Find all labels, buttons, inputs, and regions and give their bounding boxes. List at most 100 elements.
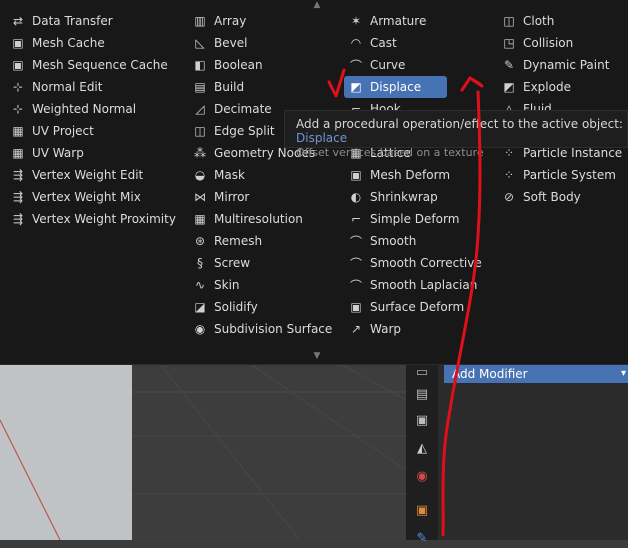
- menu-item-mesh-sequence-cache[interactable]: ▣ Mesh Sequence Cache: [10, 54, 168, 76]
- scene-tab-icon[interactable]: ◭: [412, 438, 432, 458]
- menu-item-label: Skin: [214, 278, 240, 292]
- menu-item-label: Decimate: [214, 102, 272, 116]
- tool-tab-icon[interactable]: ▭: [412, 362, 432, 382]
- cast-icon: ◠: [350, 36, 362, 50]
- menu-item-boolean[interactable]: ◧ Boolean: [192, 54, 263, 76]
- menu-item-screw[interactable]: § Screw: [192, 252, 250, 274]
- menu-item-normal-edit[interactable]: ⊹ Normal Edit: [10, 76, 103, 98]
- add-modifier-menu: ▲ ⇄ Data Transfer ▣ Mesh Cache ▣ Mesh Sequenc…: [0, 0, 628, 365]
- menu-item-edge-split[interactable]: ◫ Edge Split: [192, 120, 275, 142]
- menu-item-label: Soft Body: [523, 190, 581, 204]
- properties-editor: [406, 360, 628, 540]
- menu-item-vertex-weight-mix[interactable]: ⇶ Vertex Weight Mix: [10, 186, 141, 208]
- menu-item-warp[interactable]: ↗ Warp: [348, 318, 401, 340]
- menu-item-remesh[interactable]: ⊛ Remesh: [192, 230, 262, 252]
- menu-item-label: Warp: [370, 322, 402, 336]
- decimate-icon: ◿: [195, 102, 205, 116]
- menu-item-label: Boolean: [214, 58, 263, 72]
- menu-item-array[interactable]: ▥ Array: [192, 10, 246, 32]
- weighted-normal-icon: ⊹: [12, 102, 24, 116]
- array-icon: ▥: [194, 14, 206, 28]
- menu-item-curve[interactable]: ⌒ Curve: [348, 54, 405, 76]
- menu-item-smooth[interactable]: ⌒ Smooth: [348, 230, 416, 252]
- uv-warp-icon: ▦: [12, 146, 24, 160]
- menu-item-label: Normal Edit: [32, 80, 103, 94]
- output-tab-icon[interactable]: ▣: [412, 410, 432, 430]
- skin-icon: ∿: [194, 278, 206, 292]
- soft-body-icon: ⊘: [503, 190, 515, 204]
- menu-item-label: Particle System: [523, 168, 616, 182]
- build-icon: ▤: [194, 80, 206, 94]
- modifier-tab-icon[interactable]: ✎: [412, 528, 432, 548]
- menu-item-label: Dynamic Paint: [523, 58, 610, 72]
- menu-item-bevel[interactable]: ◺ Bevel: [192, 32, 247, 54]
- menu-item-mask[interactable]: ◒ Mask: [192, 164, 245, 186]
- vertex-weight-edit-icon: ⇶: [12, 168, 24, 182]
- add-modifier-button[interactable]: Add Modifier ▾: [444, 365, 628, 383]
- menu-item-label: Mesh Cache: [32, 36, 105, 50]
- menu-item-weighted-normal[interactable]: ⊹ Weighted Normal: [10, 98, 136, 120]
- scroll-up-icon[interactable]: ▲: [312, 0, 322, 10]
- menu-item-soft-body[interactable]: ⊘ Soft Body: [501, 186, 581, 208]
- menu-item-label: Build: [214, 80, 245, 94]
- scroll-down-icon[interactable]: ▼: [312, 351, 322, 361]
- menu-item-particle-system[interactable]: ⁘ Particle System: [501, 164, 616, 186]
- menu-item-uv-warp[interactable]: ▦ UV Warp: [10, 142, 83, 164]
- tooltip-modifier-name: Displace: [296, 131, 348, 145]
- menu-item-smooth-corrective[interactable]: ⌒ Smooth Corrective: [348, 252, 482, 274]
- menu-item-displace[interactable]: ◩ Displace: [344, 76, 448, 98]
- menu-item-label: Surface Deform: [370, 300, 465, 314]
- menu-item-mirror[interactable]: ⋈ Mirror: [192, 186, 249, 208]
- menu-item-armature[interactable]: ✶ Armature: [348, 10, 426, 32]
- tooltip: Add a procedural operation/effect to the…: [284, 110, 628, 159]
- menu-item-uv-project[interactable]: ▦ UV Project: [10, 120, 94, 142]
- screw-icon: §: [197, 256, 203, 270]
- menu-item-label: Curve: [370, 58, 406, 72]
- world-tab-icon[interactable]: ◉: [412, 466, 432, 486]
- menu-item-build[interactable]: ▤ Build: [192, 76, 244, 98]
- particle-system-icon: ⁘: [503, 168, 515, 182]
- menu-item-label: Bevel: [214, 36, 248, 50]
- shrinkwrap-icon: ◐: [350, 190, 362, 204]
- menu-item-collision[interactable]: ◳ Collision: [501, 32, 573, 54]
- menu-item-simple-deform[interactable]: ⌐ Simple Deform: [348, 208, 459, 230]
- menu-item-subdivision-surface[interactable]: ◉ Subdivision Surface: [192, 318, 333, 340]
- menu-item-label: Mirror: [214, 190, 250, 204]
- subdivision-surface-icon: ◉: [194, 322, 206, 336]
- mask-icon: ◒: [194, 168, 206, 182]
- menu-item-mesh-deform[interactable]: ▣ Mesh Deform: [348, 164, 450, 186]
- menu-item-cloth[interactable]: ◫ Cloth: [501, 10, 554, 32]
- menu-item-solidify[interactable]: ◪ Solidify: [192, 296, 257, 318]
- menu-item-label: Vertex Weight Proximity: [32, 212, 176, 226]
- menu-item-explode[interactable]: ◩ Explode: [501, 76, 571, 98]
- menu-item-surface-deform[interactable]: ▣ Surface Deform: [348, 296, 464, 318]
- menu-item-label: Mesh Sequence Cache: [32, 58, 168, 72]
- collision-icon: ◳: [503, 36, 515, 50]
- remesh-icon: ⊛: [194, 234, 206, 248]
- vertex-weight-proximity-icon: ⇶: [12, 212, 24, 226]
- menu-item-vertex-weight-edit[interactable]: ⇶ Vertex Weight Edit: [10, 164, 143, 186]
- menu-item-multiresolution[interactable]: ▦ Multiresolution: [192, 208, 303, 230]
- boolean-icon: ◧: [194, 58, 206, 72]
- object-tab-icon[interactable]: ▣: [412, 500, 432, 520]
- menu-item-label: Cast: [370, 36, 397, 50]
- menu-item-data-transfer[interactable]: ⇄ Data Transfer: [10, 10, 113, 32]
- tooltip-line-1: Add a procedural operation/effect to the…: [296, 117, 627, 145]
- smooth-laplacian-icon: ⌒: [349, 278, 362, 293]
- mesh-cache-icon: ▣: [12, 36, 24, 50]
- menu-item-smooth-laplacian[interactable]: ⌒ Smooth Laplacian: [348, 274, 477, 296]
- menu-item-vertex-weight-proximity[interactable]: ⇶ Vertex Weight Proximity: [10, 208, 176, 230]
- menu-item-mesh-cache[interactable]: ▣ Mesh Cache: [10, 32, 105, 54]
- render-tab-icon[interactable]: ▤: [412, 384, 432, 404]
- mesh-deform-icon: ▣: [350, 168, 362, 182]
- menu-item-label: Edge Split: [214, 124, 275, 138]
- menu-item-label: Screw: [214, 256, 251, 270]
- menu-item-skin[interactable]: ∿ Skin: [192, 274, 240, 296]
- menu-item-decimate[interactable]: ◿ Decimate: [192, 98, 272, 120]
- menu-item-cast[interactable]: ◠ Cast: [348, 32, 397, 54]
- menu-item-shrinkwrap[interactable]: ◐ Shrinkwrap: [348, 186, 438, 208]
- tooltip-line-2: Offset vertices based on a texture: [296, 146, 484, 159]
- bevel-icon: ◺: [195, 36, 205, 50]
- armature-icon: ✶: [350, 14, 362, 28]
- menu-item-dynamic-paint[interactable]: ✎ Dynamic Paint: [501, 54, 609, 76]
